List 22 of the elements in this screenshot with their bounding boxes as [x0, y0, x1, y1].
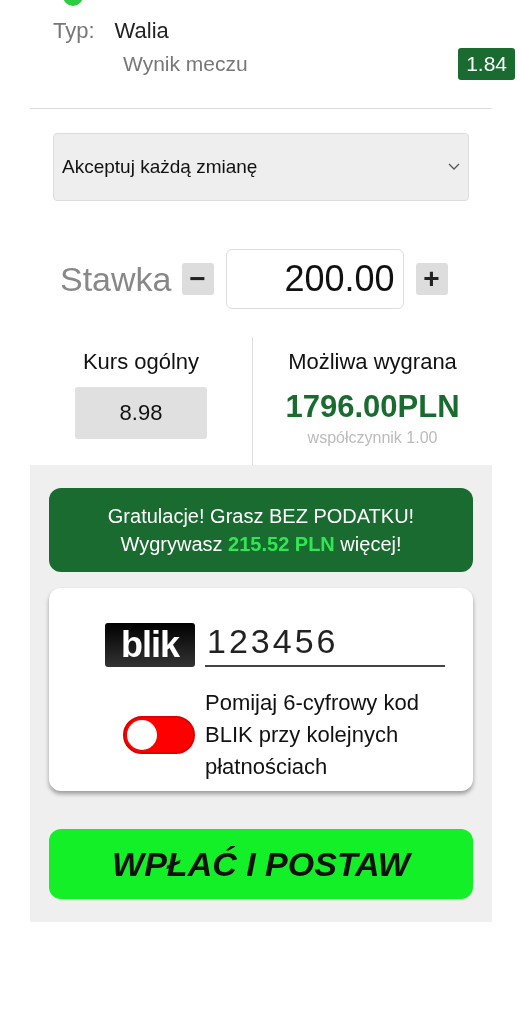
banner-text: Gratulacje! Grasz BEZ PODATKU!: [107, 504, 415, 529]
odds-badge: 1.84: [458, 48, 515, 80]
blik-logo: blik: [105, 622, 195, 667]
toggle-switch[interactable]: [123, 716, 195, 754]
banner-text: Wygrywasz 215.52 PLN więcej!: [120, 532, 402, 557]
possible-win-label: Możliwa wygrana: [288, 349, 457, 375]
stake-input[interactable]: 200.00: [225, 249, 404, 309]
total-odds-value: 8.98: [75, 387, 207, 439]
possible-win-amount: 1796.00PLN: [285, 389, 460, 425]
remember-label: Pomijaj 6-cyfrowy kod BLIK przy kolejnych płatnościach: [205, 689, 420, 781]
blik-code-field[interactable]: 123456: [205, 622, 445, 667]
total-odds-label: Kurs ogólny: [82, 349, 200, 375]
decrease-button[interactable]: −: [181, 263, 214, 295]
market-name: Wynik meczu: [123, 52, 248, 76]
type-value: Walia: [114, 18, 169, 44]
stake-label: Stawka: [60, 259, 172, 299]
odds-change-dropdown[interactable]: Akceptuj każdą zmianę: [53, 133, 469, 201]
chevron-down-icon: [448, 163, 460, 171]
coefficient-text: współczynnik 1.00: [307, 429, 438, 447]
deposit-and-bet-button[interactable]: WPŁAĆ I POSTAW: [49, 829, 473, 899]
type-label: Typ:: [53, 18, 95, 44]
increase-button[interactable]: +: [415, 263, 448, 295]
